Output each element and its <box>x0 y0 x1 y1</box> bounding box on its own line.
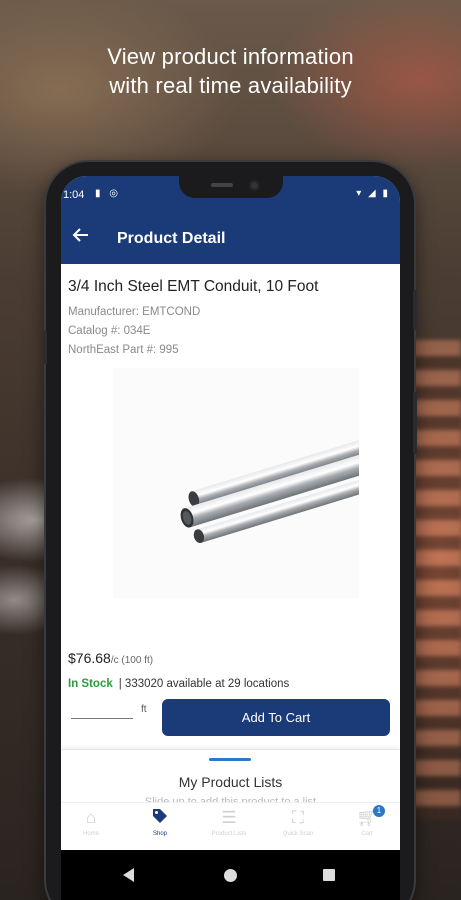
tab-shop-label: Shop <box>152 831 167 837</box>
promo-headline: View product information with real time … <box>0 42 461 100</box>
tab-quick-scan[interactable]: ⛶ Quick Scan <box>268 807 328 837</box>
quantity-input[interactable] <box>71 701 133 719</box>
product-part-number: NorthEast Part #: 995 <box>68 344 179 356</box>
product-manufacturer: Manufacturer: EMTCOND <box>68 306 201 318</box>
bottom-tab-bar: ⌂ Home Shop ☰ Product Lists ⛶ Quick Scan… <box>61 802 400 850</box>
quantity-unit-label: ft <box>141 704 147 715</box>
back-arrow-icon[interactable] <box>69 226 93 250</box>
list-icon: ☰ <box>221 808 237 827</box>
tab-quick-scan-label: Quick Scan <box>282 831 314 837</box>
status-bar: 1:04 ▮ ◎ ▾ ◢ ▮ <box>61 176 400 214</box>
notification-icons: ▮ ◎ <box>95 188 122 199</box>
tab-cart[interactable]: 🛒︎ 1 Cart <box>337 805 397 837</box>
stock-status-badge: In Stock <box>68 678 113 690</box>
app-bar: Product Detail <box>61 214 400 264</box>
signal-wifi-battery-icons: ▾ ◢ ▮ <box>356 188 390 199</box>
sheet-drag-handle[interactable] <box>209 758 251 761</box>
stock-availability: In Stock | 333020 available at 29 locatio… <box>68 678 289 690</box>
phone-side-button <box>413 290 417 330</box>
sheet-title: My Product Lists <box>178 774 283 790</box>
android-nav-bar <box>61 850 400 900</box>
phone-volume-button <box>413 392 417 454</box>
tab-home[interactable]: ⌂ Home <box>61 807 121 837</box>
product-title: 3/4 Inch Steel EMT Conduit, 10 Foot <box>68 278 319 295</box>
nav-recents-icon[interactable] <box>323 869 335 881</box>
camera-notch <box>179 176 283 198</box>
tab-product-lists[interactable]: ☰ Product Lists <box>199 807 259 837</box>
product-catalog-number: Catalog #: 034E <box>68 325 151 337</box>
cart-icon: 🛒︎ <box>356 808 378 827</box>
tab-cart-label: Cart <box>361 831 373 837</box>
tab-home-label: Home <box>82 831 99 837</box>
price-unit: /c (100 ft) <box>110 655 154 666</box>
tab-product-lists-label: Product Lists <box>211 831 247 837</box>
phone-screen: 1:04 ▮ ◎ ▾ ◢ ▮ Product Detail 3/4 Inch S… <box>61 176 400 900</box>
speaker-grille <box>211 183 233 187</box>
arrow-left-icon <box>72 228 88 242</box>
phone-left-button <box>44 330 47 364</box>
status-time: 1:04 <box>63 189 85 201</box>
page-title: Product Detail <box>117 230 226 247</box>
availability-text: | 333020 available at 29 locations <box>118 678 290 690</box>
tag-icon <box>130 807 190 829</box>
promo-headline-line2: with real time availability <box>109 73 352 98</box>
tag-icon-glyph <box>153 809 167 823</box>
cart-count-badge: 1 <box>373 805 385 817</box>
tab-shop[interactable]: Shop <box>130 807 190 837</box>
price-amount: $76.68 <box>68 650 111 666</box>
nav-home-icon[interactable] <box>224 869 237 882</box>
scan-icon: ⛶ <box>292 808 304 827</box>
promo-headline-line1: View product information <box>107 44 354 69</box>
front-camera <box>249 180 260 191</box>
home-icon: ⌂ <box>85 808 97 827</box>
add-to-cart-button[interactable]: Add To Cart <box>162 699 390 736</box>
product-image <box>113 368 379 598</box>
conduit-pipes-illustration <box>180 438 379 544</box>
nav-back-icon[interactable] <box>123 868 134 882</box>
product-price: $76.68/c (100 ft) <box>68 650 153 668</box>
